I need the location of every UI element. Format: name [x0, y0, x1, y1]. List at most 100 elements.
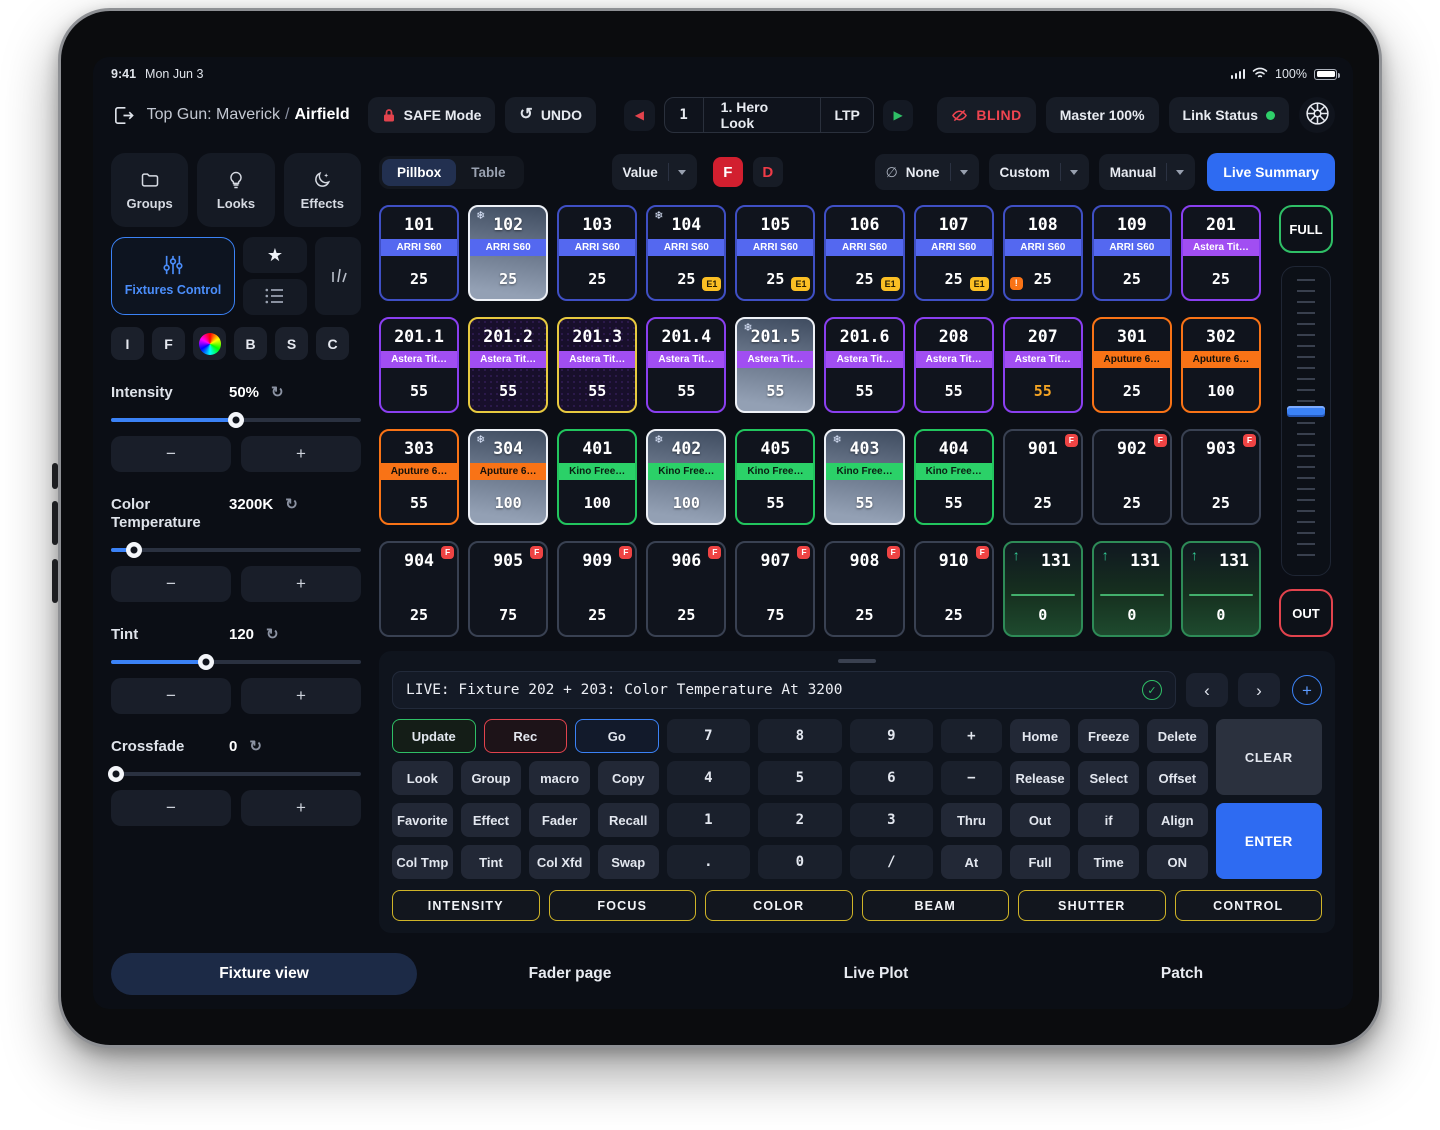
fixture-tile[interactable]: 106ARRI S6025E1: [824, 205, 904, 301]
key-3[interactable]: 3: [850, 803, 934, 837]
key-col-tmp[interactable]: Col Tmp: [392, 845, 453, 879]
key-2[interactable]: 2: [758, 803, 842, 837]
decrement-button[interactable]: −: [111, 566, 231, 602]
tab-pillbox[interactable]: Pillbox: [382, 159, 456, 186]
manual-dropdown[interactable]: Manual: [1099, 154, 1196, 190]
key-select[interactable]: Select: [1078, 761, 1139, 795]
key-update[interactable]: Update: [392, 719, 476, 753]
category-beam[interactable]: BEAM: [862, 890, 1010, 921]
slider-thumb[interactable]: [108, 766, 124, 782]
key-7[interactable]: 7: [667, 719, 751, 753]
go-cue-button[interactable]: ▶: [883, 100, 914, 131]
key-9[interactable]: 9: [850, 719, 934, 753]
slider-track[interactable]: [111, 418, 361, 422]
key-slash[interactable]: /: [850, 845, 934, 879]
key-freeze[interactable]: Freeze: [1078, 719, 1139, 753]
add-command-button[interactable]: +: [1292, 675, 1322, 705]
fixture-tile[interactable]: 208Astera Tit…55: [914, 317, 994, 413]
key-4[interactable]: 4: [667, 761, 751, 795]
slider-track[interactable]: [111, 548, 361, 552]
key-release[interactable]: Release: [1010, 761, 1071, 795]
drag-handle[interactable]: [838, 659, 876, 663]
key-recall[interactable]: Recall: [598, 803, 659, 837]
live-summary-button[interactable]: Live Summary: [1207, 153, 1335, 191]
color-wheel-button[interactable]: [193, 327, 226, 360]
fixture-tile[interactable]: 201.2Astera Tit…55: [468, 317, 548, 413]
slider-track[interactable]: [111, 660, 361, 664]
key-rec[interactable]: Rec: [484, 719, 568, 753]
key-full[interactable]: Full: [1010, 845, 1071, 879]
fixture-tile[interactable]: 108ARRI S6025!: [1003, 205, 1083, 301]
fixture-tile[interactable]: 107ARRI S6025E1: [914, 205, 994, 301]
fixture-tile[interactable]: ❄102ARRI S6025: [468, 205, 548, 301]
fixtures-control-button[interactable]: Fixtures Control: [111, 237, 235, 315]
fixture-tile[interactable]: F90775: [735, 541, 815, 637]
slider-thumb[interactable]: [198, 654, 214, 670]
fixture-tile[interactable]: 301Aputure 6…25: [1092, 317, 1172, 413]
key-offset[interactable]: Offset: [1147, 761, 1208, 795]
attr-button-s[interactable]: S: [275, 327, 308, 360]
key-delete[interactable]: Delete: [1147, 719, 1208, 753]
key-tint[interactable]: Tint: [461, 845, 522, 879]
key-plus[interactable]: +: [941, 719, 1002, 753]
fixture-tile[interactable]: 405Kino Free…55: [735, 429, 815, 525]
nav-patch[interactable]: Patch: [1029, 953, 1335, 995]
fixture-tile[interactable]: F90625: [646, 541, 726, 637]
fixture-tile[interactable]: F90825: [824, 541, 904, 637]
grand-master-fader[interactable]: [1281, 266, 1331, 576]
fixture-tile[interactable]: F90325: [1181, 429, 1261, 525]
fixture-tile[interactable]: F90125: [1003, 429, 1083, 525]
cue-number[interactable]: 1: [665, 98, 704, 132]
slider-thumb[interactable]: [126, 542, 142, 558]
history-prev-button[interactable]: ‹: [1186, 673, 1228, 707]
key-0[interactable]: 0: [758, 845, 842, 879]
fixture-tile[interactable]: 201.4Astera Tit…55: [646, 317, 726, 413]
history-next-button[interactable]: ›: [1238, 673, 1280, 707]
fixture-tile[interactable]: ❄402Kino Free…100: [646, 429, 726, 525]
key-fader[interactable]: Fader: [529, 803, 590, 837]
fixture-tile[interactable]: 105ARRI S6025E1: [735, 205, 815, 301]
slider-thumb[interactable]: [228, 412, 244, 428]
sidebar-item-effects[interactable]: Effects: [284, 153, 361, 227]
blind-button[interactable]: BLIND: [937, 97, 1035, 133]
decrement-button[interactable]: −: [111, 436, 231, 472]
decrement-button[interactable]: −: [111, 790, 231, 826]
reset-icon[interactable]: ↻: [266, 627, 279, 642]
nav-live-plot[interactable]: Live Plot: [723, 953, 1029, 995]
key-group[interactable]: Group: [461, 761, 522, 795]
safe-mode-button[interactable]: SAFE Mode: [368, 97, 496, 133]
key-go[interactable]: Go: [575, 719, 659, 753]
fixture-tile[interactable]: 201.3Astera Tit…55: [557, 317, 637, 413]
category-intensity[interactable]: INTENSITY: [392, 890, 540, 921]
sidebar-item-groups[interactable]: Groups: [111, 153, 188, 227]
previous-cue-button[interactable]: ◀: [624, 100, 655, 131]
nav-fixture-view[interactable]: Fixture view: [111, 953, 417, 995]
fixture-tile[interactable]: F90925: [557, 541, 637, 637]
key-thru[interactable]: Thru: [941, 803, 1002, 837]
cue-name[interactable]: 1. Hero Look: [704, 98, 822, 132]
fixture-tile[interactable]: F90575: [468, 541, 548, 637]
value-dropdown[interactable]: Value: [612, 154, 697, 190]
key-time[interactable]: Time: [1078, 845, 1139, 879]
fixture-tile[interactable]: ❄104ARRI S6025E1: [646, 205, 726, 301]
key-favorite[interactable]: Favorite: [392, 803, 453, 837]
nav-wheel-button[interactable]: [1299, 97, 1335, 133]
fixture-tile[interactable]: 201.6Astera Tit…55: [824, 317, 904, 413]
category-shutter[interactable]: SHUTTER: [1018, 890, 1166, 921]
reset-icon[interactable]: ↻: [285, 497, 298, 512]
link-status-button[interactable]: Link Status: [1169, 97, 1289, 133]
fixture-tile[interactable]: 101ARRI S6025: [379, 205, 459, 301]
attr-button-f[interactable]: F: [152, 327, 185, 360]
key-swap[interactable]: Swap: [598, 845, 659, 879]
key-at[interactable]: At: [941, 845, 1002, 879]
attr-button-i[interactable]: I: [111, 327, 144, 360]
key-col-xfd[interactable]: Col Xfd: [529, 845, 590, 879]
sidebar-item-looks[interactable]: Looks: [197, 153, 274, 227]
increment-button[interactable]: +: [241, 678, 361, 714]
category-control[interactable]: CONTROL: [1175, 890, 1323, 921]
command-line[interactable]: LIVE: Fixture 202 + 203: Color Temperatu…: [392, 671, 1176, 709]
key-5[interactable]: 5: [758, 761, 842, 795]
fixture-tile[interactable]: F90225: [1092, 429, 1172, 525]
fixture-tile[interactable]: 201Astera Tit…25: [1181, 205, 1261, 301]
reset-icon[interactable]: ↻: [249, 739, 262, 754]
